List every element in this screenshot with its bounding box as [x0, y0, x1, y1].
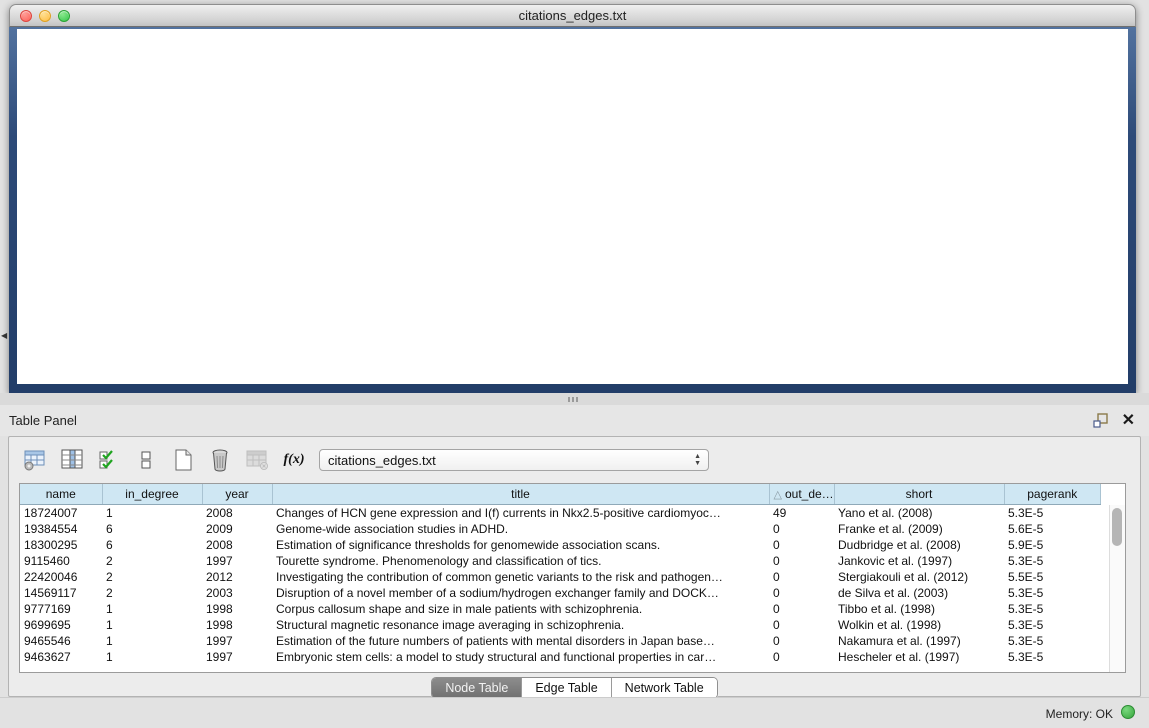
- table-select-value: citations_edges.txt: [328, 453, 436, 468]
- table-row[interactable]: 977716911998Corpus callosum shape and si…: [20, 601, 1101, 617]
- close-panel-icon[interactable]: ✕: [1122, 410, 1135, 430]
- table-row[interactable]: 1938455462009Genome-wide association stu…: [20, 521, 1101, 537]
- table-select-dropdown[interactable]: citations_edges.txt ▲▼: [319, 449, 709, 471]
- table-scrollbar-thumb[interactable]: [1112, 508, 1122, 546]
- dropdown-arrows-icon: ▲▼: [694, 453, 701, 467]
- function-builder-icon[interactable]: f(x): [282, 448, 306, 472]
- network-canvas[interactable]: [17, 29, 1128, 384]
- tab-edge-table[interactable]: Edge Table: [522, 678, 611, 698]
- table-tabs: Node Table Edge Table Network Table: [9, 677, 1140, 699]
- table-panel-body: f(x) citations_edges.txt ▲▼ name in_degr…: [8, 436, 1141, 697]
- table-row[interactable]: 911546021997Tourette syndrome. Phenomeno…: [20, 553, 1101, 569]
- node-table: name in_degree year title △out_de… short…: [19, 483, 1126, 673]
- network-frame: [9, 27, 1136, 393]
- divider-handle[interactable]: [568, 397, 580, 402]
- window-title: citations_edges.txt: [10, 8, 1135, 23]
- new-file-icon[interactable]: [171, 448, 195, 472]
- table-scrollbar[interactable]: [1109, 505, 1125, 672]
- unselect-columns-icon[interactable]: [134, 448, 158, 472]
- table-row[interactable]: 1830029562008Estimation of significance …: [20, 537, 1101, 553]
- column-header-name[interactable]: name: [20, 484, 102, 505]
- float-panel-icon[interactable]: [1093, 413, 1109, 428]
- column-header-title[interactable]: title: [272, 484, 769, 505]
- import-table-icon[interactable]: [245, 448, 269, 472]
- table-row[interactable]: 946362711997Embryonic stem cells: a mode…: [20, 649, 1101, 665]
- table-mode-icon[interactable]: [23, 448, 47, 472]
- column-header-short[interactable]: short: [834, 484, 1004, 505]
- table-row[interactable]: 1456911722003Disruption of a novel membe…: [20, 585, 1101, 601]
- sort-ascending-icon: △: [774, 489, 782, 501]
- table-body: 1872400712008Changes of HCN gene express…: [20, 505, 1101, 666]
- column-header-out-degree[interactable]: △out_de…: [769, 484, 834, 505]
- network-view-window: citations_edges.txt: [9, 4, 1136, 393]
- tab-network-table[interactable]: Network Table: [612, 678, 717, 698]
- application-window: { "window": { "title": "citations_edges.…: [0, 0, 1149, 727]
- table-row[interactable]: 1872400712008Changes of HCN gene express…: [20, 505, 1101, 522]
- panel-collapse-icon[interactable]: ◀: [1, 331, 7, 340]
- table-panel-header: Table Panel ✕: [0, 405, 1149, 436]
- column-header-in-degree[interactable]: in_degree: [102, 484, 202, 505]
- table-row[interactable]: 946554611997Estimation of the future num…: [20, 633, 1101, 649]
- table-header-row: name in_degree year title △out_de… short…: [20, 484, 1101, 505]
- table-toolbar: f(x) citations_edges.txt ▲▼: [23, 444, 709, 476]
- panel-divider[interactable]: [0, 393, 1149, 405]
- table-row[interactable]: 969969511998Structural magnetic resonanc…: [20, 617, 1101, 633]
- select-all-columns-icon[interactable]: [97, 448, 121, 472]
- column-header-year[interactable]: year: [202, 484, 272, 505]
- delete-icon[interactable]: [208, 448, 232, 472]
- tab-node-table[interactable]: Node Table: [432, 678, 522, 698]
- table-row[interactable]: 2242004622012Investigating the contribut…: [20, 569, 1101, 585]
- column-header-pagerank[interactable]: pagerank: [1004, 484, 1101, 505]
- show-columns-icon[interactable]: [60, 448, 84, 472]
- table-panel-title: Table Panel: [9, 413, 77, 428]
- window-titlebar[interactable]: citations_edges.txt: [9, 4, 1136, 27]
- memory-status-label: Memory: OK: [1046, 707, 1113, 721]
- memory-ok-icon[interactable]: [1121, 705, 1135, 719]
- status-bar: Memory: OK: [0, 697, 1149, 728]
- node-table-grid[interactable]: name in_degree year title △out_de… short…: [20, 484, 1101, 665]
